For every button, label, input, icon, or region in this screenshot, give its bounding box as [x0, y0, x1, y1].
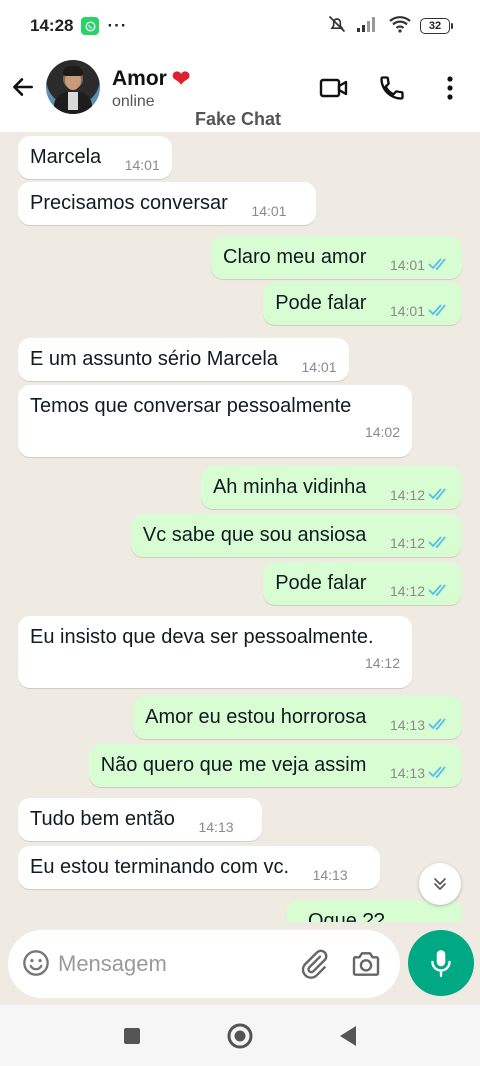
mic-button[interactable]	[408, 930, 474, 996]
heart-icon: ❤	[171, 66, 191, 91]
mute-icon	[326, 14, 348, 39]
message-outgoing[interactable]: Pode falar 14:01	[263, 282, 462, 325]
message-time: 14:12	[389, 487, 425, 503]
message-incoming[interactable]: Eu estou terminando com vc. 14:13	[18, 846, 380, 889]
contact-name-text: Amor	[112, 67, 167, 90]
message-time: 14:01	[124, 157, 160, 173]
message-time: 14:13	[389, 717, 425, 733]
watermark-label: Fake Chat	[195, 109, 282, 129]
message-time: 14:01	[301, 359, 337, 375]
message-time: 14:13	[389, 765, 425, 781]
scroll-down-button[interactable]	[419, 863, 461, 905]
message-time: 14:12	[389, 535, 425, 551]
read-ticks-icon	[428, 761, 450, 785]
whatsapp-notification-icon	[81, 17, 100, 35]
read-ticks-icon	[428, 483, 450, 507]
nav-recents-icon[interactable]	[117, 1021, 147, 1051]
camera-icon[interactable]	[350, 948, 382, 985]
nav-back-icon[interactable]	[333, 1021, 363, 1051]
message-text: Marcela	[30, 146, 102, 168]
message-time: 14:12	[389, 583, 425, 599]
message-text: Temos que conversar pessoalmente	[30, 395, 352, 417]
message-time: 14:01	[251, 203, 287, 219]
message-text: Pode falar	[275, 292, 367, 314]
avatar[interactable]	[46, 60, 100, 114]
read-ticks-icon	[428, 579, 450, 603]
message-time: 14:02	[364, 424, 400, 440]
mic-icon	[431, 950, 451, 978]
phone-icon[interactable]	[376, 72, 408, 104]
more-vert-icon[interactable]	[434, 72, 466, 104]
message-time: 14:12	[364, 655, 400, 671]
message-outgoing[interactable]: Claro meu amor 14:01	[211, 236, 462, 279]
message-composer	[8, 930, 400, 998]
battery-icon: 32	[420, 18, 453, 34]
message-time: 14:13	[312, 867, 348, 883]
read-ticks-icon	[428, 299, 450, 323]
message-text: Eu estou terminando com vc.	[30, 856, 290, 878]
message-text: Oque ??	[308, 910, 385, 922]
message-text: Não quero que me veja assim	[100, 754, 367, 776]
message-text: Eu insisto que deva ser pessoalmente.	[30, 626, 374, 648]
message-text: Claro meu amor	[223, 246, 367, 268]
message-time: 14:01	[389, 303, 425, 319]
message-time: 14:13	[198, 819, 234, 835]
read-ticks-icon	[428, 253, 450, 277]
status-time: 14:28	[30, 16, 74, 35]
contact-status: online	[112, 93, 155, 110]
message-time: 14:01	[389, 257, 425, 273]
message-list[interactable]: Marcela 14:01 Precisamos conversar 14:01…	[0, 132, 480, 922]
video-call-icon[interactable]	[318, 72, 350, 104]
message-text: Ah minha vidinha	[212, 476, 367, 498]
message-incoming[interactable]: E um assunto sério Marcela 14:01	[18, 338, 349, 381]
back-arrow-icon[interactable]	[8, 72, 38, 102]
system-nav-bar	[0, 1005, 480, 1066]
message-incoming[interactable]: Temos que conversar pessoalmente 14:02	[18, 385, 412, 457]
message-incoming[interactable]: Precisamos conversar 14:01	[18, 182, 316, 225]
message-incoming[interactable]: Marcela 14:01	[18, 136, 172, 179]
message-text: Pode falar	[275, 572, 367, 594]
attach-icon[interactable]	[298, 948, 330, 985]
status-more-indicator: ···	[107, 16, 128, 35]
message-outgoing[interactable]: Não quero que me veja assim 14:13	[88, 744, 462, 787]
message-text: E um assunto sério Marcela	[30, 348, 278, 370]
message-incoming[interactable]: Tudo bem então 14:13	[18, 798, 262, 841]
chat-header: Amor ❤ online Fake Chat	[0, 52, 480, 132]
message-outgoing[interactable]: Pode falar 14:12	[263, 562, 462, 605]
status-bar: 14:28 ··· 32	[0, 0, 480, 52]
nav-home-icon[interactable]	[225, 1021, 255, 1051]
signal-icon	[356, 15, 380, 38]
contact-name[interactable]: Amor ❤	[112, 66, 190, 92]
message-incoming[interactable]: Eu insisto que deva ser pessoalmente. 14…	[18, 616, 412, 688]
read-ticks-icon	[428, 713, 450, 737]
message-text: Amor eu estou horrorosa	[145, 706, 367, 728]
scroll-down-icon	[434, 878, 446, 890]
message-text: Tudo bem então	[30, 808, 175, 830]
emoji-icon[interactable]	[22, 949, 50, 982]
message-outgoing[interactable]: Amor eu estou horrorosa 14:13	[133, 696, 462, 739]
read-ticks-icon	[428, 531, 450, 555]
message-text: Precisamos conversar	[30, 192, 228, 214]
message-text: Vc sabe que sou ansiosa	[142, 524, 367, 546]
wifi-icon	[388, 15, 412, 38]
message-outgoing[interactable]: Ah minha vidinha 14:12	[200, 466, 462, 509]
message-input[interactable]	[58, 946, 288, 982]
message-outgoing[interactable]: Vc sabe que sou ansiosa 14:12	[130, 514, 462, 557]
